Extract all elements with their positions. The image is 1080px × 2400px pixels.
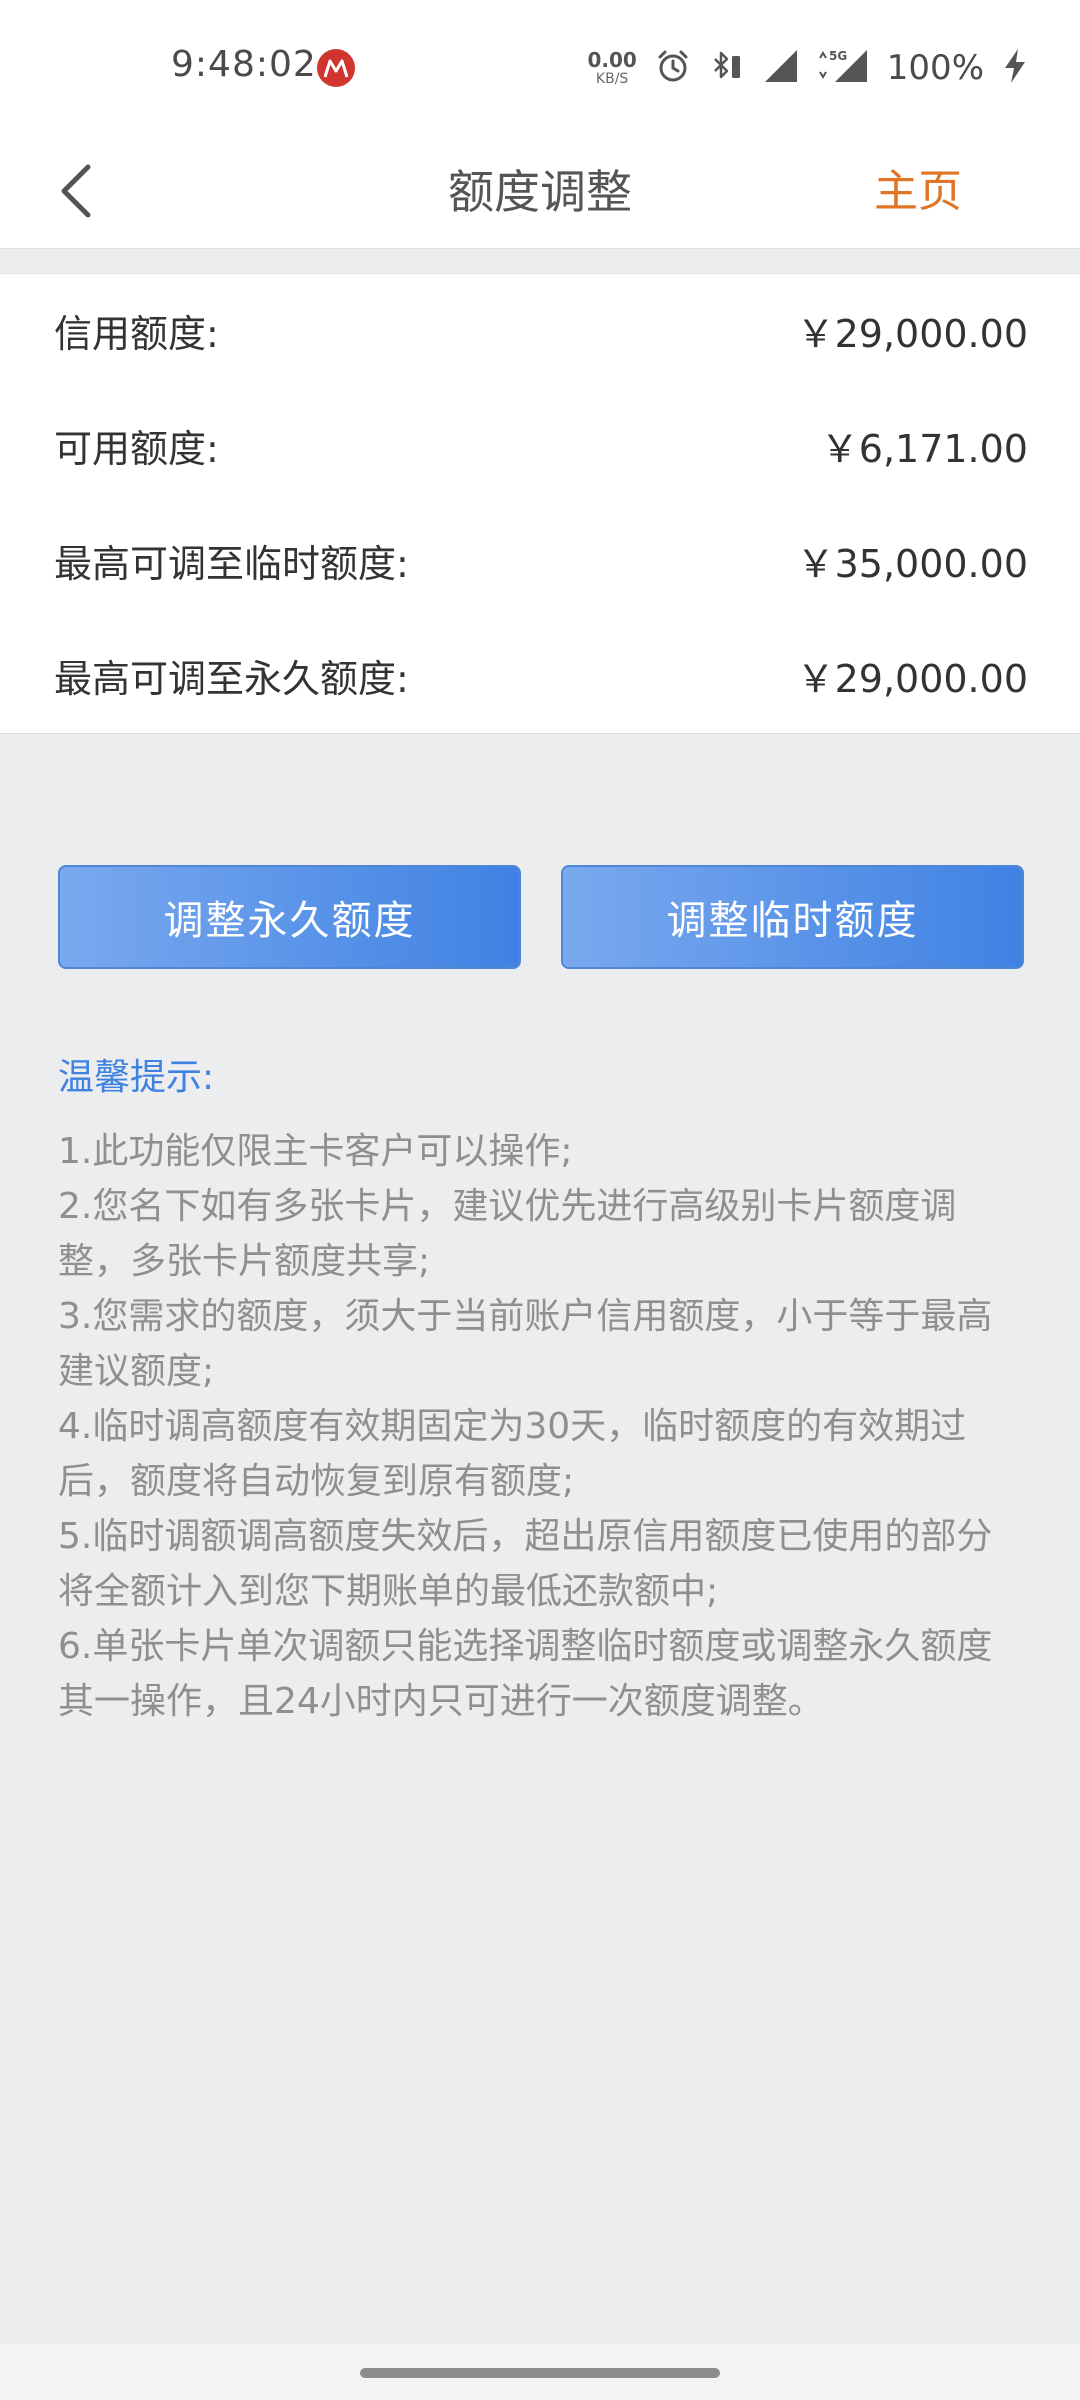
credit-limit-label: 信用额度: xyxy=(54,311,219,356)
5g-signal-icon: 5G xyxy=(817,48,869,88)
max-temporary-limit-label: 最高可调至临时额度: xyxy=(54,541,409,586)
navigation-bar: 额度调整 主页 xyxy=(0,136,1080,248)
tip-line: 其一操作，且24小时内只可进行一次额度调整。 xyxy=(58,1681,824,1722)
available-limit-row: 可用额度: ￥6,171.00 xyxy=(54,415,1028,475)
tip-line: 后，额度将自动恢复到原有额度; xyxy=(58,1461,575,1502)
network-speed-value: 0.00 xyxy=(587,48,637,72)
network-speed-unit: KB/S xyxy=(595,71,629,87)
tip-line: 5.临时调额调高额度失效后，超出原信用额度已使用的部分 xyxy=(58,1516,993,1557)
network-speed: 0.00 KB/S xyxy=(587,50,636,86)
action-buttons: 调整永久额度 调整临时额度 xyxy=(58,865,1024,969)
svg-text:5G: 5G xyxy=(829,49,847,63)
available-limit-label: 可用额度: xyxy=(54,426,219,471)
status-time: 9:48:02 xyxy=(171,44,317,85)
max-permanent-limit-row: 最高可调至永久额度: ￥29,000.00 xyxy=(54,645,1028,705)
bluetooth-battery-icon xyxy=(709,48,745,88)
credit-limit-card: 信用额度: ￥29,000.00 可用额度: ￥6,171.00 最高可调至临时… xyxy=(0,274,1080,734)
signal-icon xyxy=(763,48,799,88)
back-button[interactable] xyxy=(46,146,106,236)
status-bar: 9:48:02 0.00 KB/S 5G 100% xyxy=(0,0,1080,136)
max-temporary-limit-row: 最高可调至临时额度: ￥35,000.00 xyxy=(54,530,1028,590)
tip-line: 将全额计入到您下期账单的最低还款额中; xyxy=(58,1571,719,1612)
battery-percent: 100% xyxy=(886,48,984,88)
tip-line: 2.您名下如有多张卡片，建议优先进行高级别卡片额度调 xyxy=(58,1186,957,1227)
tips-section: 温馨提示: 1.此功能仅限主卡客户可以操作; 2.您名下如有多张卡片，建议优先进… xyxy=(58,1048,1038,1729)
tip-line: 1.此功能仅限主卡客户可以操作; xyxy=(58,1131,573,1172)
section-divider xyxy=(0,248,1080,274)
chevron-left-icon xyxy=(61,164,91,218)
tip-line: 4.临时调高额度有效期固定为30天，临时额度的有效期过 xyxy=(58,1406,967,1447)
home-indicator[interactable] xyxy=(360,2368,720,2378)
bank-logo-icon xyxy=(317,49,355,87)
credit-limit-row: 信用额度: ￥29,000.00 xyxy=(54,300,1028,360)
adjust-permanent-limit-button[interactable]: 调整永久额度 xyxy=(58,865,521,969)
tip-line: 整，多张卡片额度共享; xyxy=(58,1241,431,1282)
max-temporary-limit-value: ￥35,000.00 xyxy=(796,541,1028,586)
tip-line: 6.单张卡片单次调额只能选择调整临时额度或调整永久额度 xyxy=(58,1626,993,1667)
credit-limit-value: ￥29,000.00 xyxy=(796,311,1028,356)
adjust-temporary-limit-button[interactable]: 调整临时额度 xyxy=(561,865,1024,969)
available-limit-value: ￥6,171.00 xyxy=(820,426,1028,471)
alarm-icon xyxy=(655,48,691,88)
max-permanent-limit-label: 最高可调至永久额度: xyxy=(54,656,409,701)
home-link[interactable]: 主页 xyxy=(874,136,962,248)
charging-icon xyxy=(1002,47,1028,89)
max-permanent-limit-value: ￥29,000.00 xyxy=(796,656,1028,701)
status-icons: 0.00 KB/S 5G 100% xyxy=(587,44,1028,92)
tip-line: 建议额度; xyxy=(58,1351,215,1392)
tips-title: 温馨提示: xyxy=(58,1057,215,1098)
tip-line: 3.您需求的额度，须大于当前账户信用额度，小于等于最高 xyxy=(58,1296,993,1337)
